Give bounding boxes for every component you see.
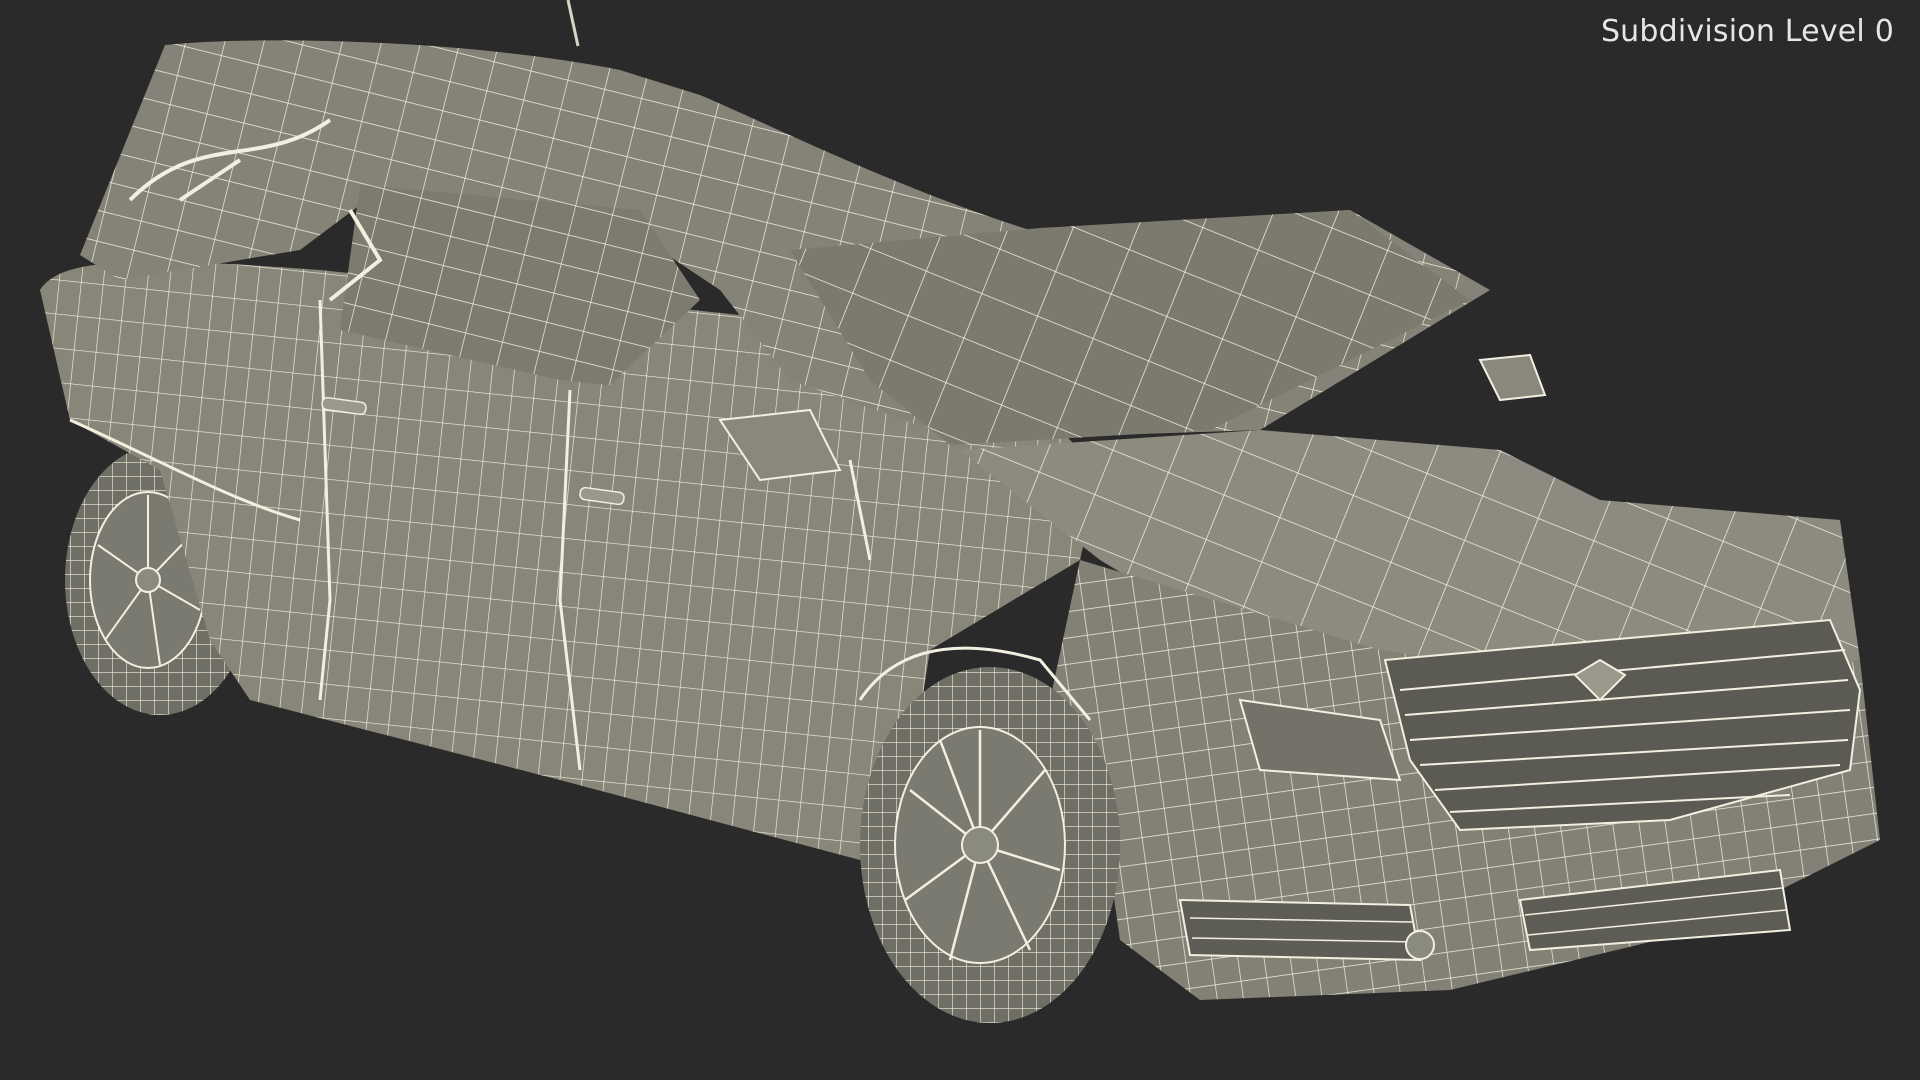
antenna <box>566 0 580 47</box>
subdivision-level-label: Subdivision Level 0 <box>1600 14 1894 49</box>
car-wireframe-render <box>40 0 1880 1023</box>
side-mirror-right <box>1478 353 1547 402</box>
front-wheel <box>860 667 1120 1023</box>
3d-viewport[interactable]: Subdivision Level 0 <box>0 0 1920 1080</box>
